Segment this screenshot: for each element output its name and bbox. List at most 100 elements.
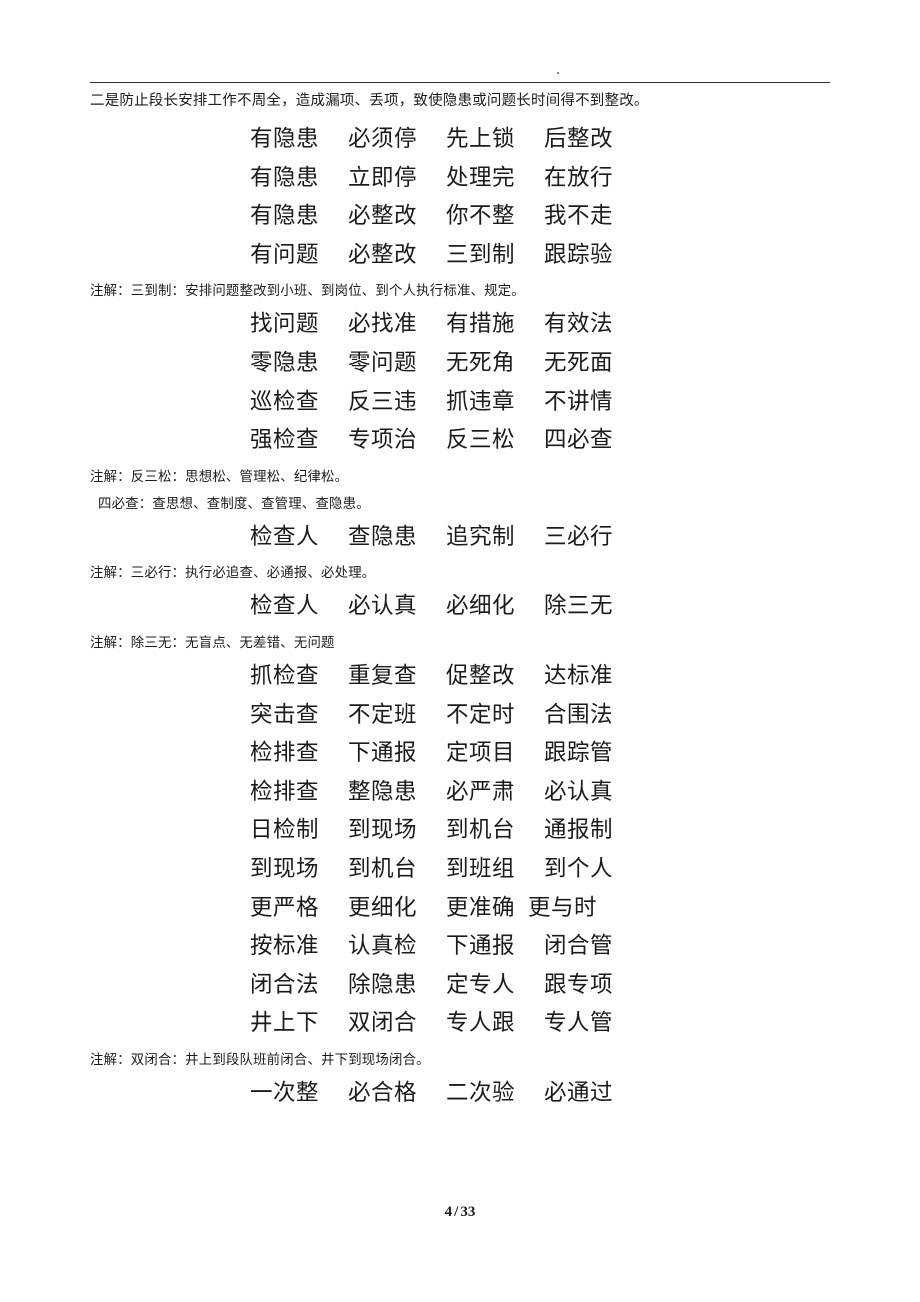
verse-group-1: 有隐患 必须停 先上锁 后整改 有隐患 立即停 处理完 在放行 有隐患 必整改 你不整 我不走 有… bbox=[0, 120, 920, 274]
verse-row: 日检制 到现场 到机台 通报制 bbox=[0, 811, 920, 850]
verse-cell: 必通过 bbox=[544, 1079, 614, 1106]
verse-cell: 定专人 bbox=[446, 971, 516, 998]
verse-group-5: 抓检查 重复查 促整改 达标准 突击查 不定班 不定时 合围法 检排查 下通报 定项目 跟踪管 检… bbox=[0, 657, 920, 1043]
verse-cell: 必整改 bbox=[348, 241, 418, 268]
verse-cell: 无死角 bbox=[446, 349, 516, 376]
verse-cell: 反三松 bbox=[446, 427, 516, 454]
verse-cell: 有隐患 bbox=[250, 126, 320, 152]
verse-cell: 闭合管 bbox=[544, 933, 614, 960]
note-shuang-bi-he: 注解：双闭合：井上到段队班前闭合、井下到现场闭合。 bbox=[90, 1052, 430, 1068]
verse-cell: 检查人 bbox=[250, 523, 320, 550]
verse-cell: 必严肃 bbox=[446, 778, 516, 805]
verse-cell: 下通报 bbox=[348, 740, 418, 767]
verse-cell: 有效法 bbox=[544, 311, 614, 338]
verse-cell: 必认真 bbox=[348, 593, 418, 620]
verse-cell: 专人管 bbox=[544, 1010, 614, 1037]
header-mark: . bbox=[555, 63, 561, 78]
verse-cell: 先上锁 bbox=[446, 126, 516, 152]
verse-cell: 到现场 bbox=[348, 817, 418, 844]
verse-cell: 检排查 bbox=[250, 778, 320, 805]
verse-row: 强检查 专项治 反三松 四必查 bbox=[0, 421, 920, 460]
verse-cell: 双闭合 bbox=[348, 1010, 418, 1037]
note-san-dao-zhi: 注解：三到制：安排问题整改到小班、到岗位、到个人执行标准、规定。 bbox=[90, 284, 525, 300]
verse-cell: 更与时 bbox=[528, 894, 598, 921]
verse-cell: 你不整 bbox=[446, 203, 516, 230]
verse-cell: 达标准 bbox=[544, 662, 614, 689]
verse-cell: 抓检查 bbox=[250, 662, 320, 689]
verse-cell: 必整改 bbox=[348, 203, 418, 230]
verse-row: 检排查 整隐患 必严肃 必认真 bbox=[0, 773, 920, 812]
verse-cell: 除三无 bbox=[544, 593, 614, 620]
verse-cell: 不讲情 bbox=[544, 388, 614, 415]
verse-row: 零隐患 零问题 无死角 无死面 bbox=[0, 344, 920, 383]
verse-cell: 更细化 bbox=[348, 894, 418, 921]
verse-cell: 有问题 bbox=[250, 241, 320, 268]
verse-cell: 我不走 bbox=[544, 203, 614, 230]
verse-cell: 检排查 bbox=[250, 740, 320, 767]
verse-row: 检查人 查隐患 追究制 三必行 bbox=[0, 518, 920, 557]
verse-cell: 处理完 bbox=[446, 164, 516, 191]
verse-cell: 通报制 bbox=[544, 817, 614, 844]
verse-group-6: 一次整 必合格 二次验 必通过 bbox=[0, 1074, 920, 1113]
verse-cell: 无死面 bbox=[544, 349, 614, 376]
verse-cell: 有隐患 bbox=[250, 164, 320, 191]
verse-cell: 促整改 bbox=[446, 662, 516, 689]
verse-row: 突击查 不定班 不定时 合围法 bbox=[0, 696, 920, 735]
verse-cell: 重复查 bbox=[348, 662, 418, 689]
verse-cell: 井上下 bbox=[250, 1010, 320, 1037]
verse-cell: 下通报 bbox=[446, 933, 516, 960]
verse-row: 巡检查 反三违 抓违章 不讲情 bbox=[0, 383, 920, 422]
verse-group-2: 找问题 必找准 有措施 有效法 零隐患 零问题 无死角 无死面 巡检查 反三违 抓违章 不讲情 强… bbox=[0, 305, 920, 459]
verse-cell: 一次整 bbox=[250, 1079, 320, 1106]
verse-cell: 有措施 bbox=[446, 311, 516, 338]
page-footer: 4/33 bbox=[0, 1204, 920, 1221]
verse-group-4: 检查人 必认真 必细化 除三无 bbox=[0, 587, 920, 626]
verse-row: 闭合法 除隐患 定专人 跟专项 bbox=[0, 966, 920, 1005]
verse-cell: 零隐患 bbox=[250, 349, 320, 376]
verse-cell: 跟专项 bbox=[544, 971, 614, 998]
verse-row: 找问题 必找准 有措施 有效法 bbox=[0, 305, 920, 344]
verse-cell: 定项目 bbox=[446, 740, 516, 767]
verse-cell: 除隐患 bbox=[348, 971, 418, 998]
verse-cell: 有隐患 bbox=[250, 203, 320, 230]
header-rule-divider bbox=[90, 82, 830, 83]
verse-row: 检查人 必认真 必细化 除三无 bbox=[0, 587, 920, 626]
document-page: . 二是防止段长安排工作不周全，造成漏项、丢项，致使隐患或问题长时间得不到整改。… bbox=[0, 0, 920, 1302]
verse-cell: 必细化 bbox=[446, 593, 516, 620]
verse-cell: 到班组 bbox=[446, 855, 516, 882]
verse-cell: 巡检查 bbox=[250, 388, 320, 415]
verse-cell: 合围法 bbox=[544, 701, 614, 728]
verse-cell: 到个人 bbox=[544, 855, 614, 882]
verse-cell: 立即停 bbox=[348, 164, 418, 191]
verse-cell: 突击查 bbox=[250, 701, 320, 728]
verse-row: 井上下 双闭合 专人跟 专人管 bbox=[0, 1004, 920, 1043]
verse-cell: 检查人 bbox=[250, 593, 320, 620]
verse-row: 到现场 到机台 到班组 到个人 bbox=[0, 850, 920, 889]
verse-cell: 必认真 bbox=[544, 778, 614, 805]
verse-cell: 后整改 bbox=[544, 126, 614, 152]
verse-cell: 更准确 bbox=[446, 894, 516, 921]
verse-row: 更严格 更细化 更准确 更与时 bbox=[0, 889, 920, 928]
verse-cell: 整隐患 bbox=[348, 778, 418, 805]
verse-cell: 到现场 bbox=[250, 855, 320, 882]
verse-cell: 按标准 bbox=[250, 933, 320, 960]
verse-cell: 闭合法 bbox=[250, 971, 320, 998]
verse-cell: 三必行 bbox=[544, 523, 614, 550]
verse-cell: 不定班 bbox=[348, 701, 418, 728]
verse-cell: 跟踪管 bbox=[544, 740, 614, 767]
verse-row: 一次整 必合格 二次验 必通过 bbox=[0, 1074, 920, 1113]
verse-cell: 更严格 bbox=[250, 894, 320, 921]
verse-row: 检排查 下通报 定项目 跟踪管 bbox=[0, 734, 920, 773]
verse-row: 有隐患 必整改 你不整 我不走 bbox=[0, 197, 920, 236]
verse-cell: 四必查 bbox=[544, 427, 614, 454]
verse-cell: 必合格 bbox=[348, 1079, 418, 1106]
verse-cell: 强检查 bbox=[250, 427, 320, 454]
document-content: 二是防止段长安排工作不周全，造成漏项、丢项，致使隐患或问题长时间得不到整改。 有… bbox=[0, 86, 920, 1112]
verse-cell: 必须停 bbox=[348, 126, 418, 152]
verse-cell: 找问题 bbox=[250, 311, 320, 338]
verse-cell: 零问题 bbox=[348, 349, 418, 376]
verse-cell: 认真检 bbox=[348, 933, 418, 960]
verse-cell: 在放行 bbox=[544, 164, 614, 191]
verse-cell: 跟踪验 bbox=[544, 241, 614, 268]
verse-cell: 专项治 bbox=[348, 427, 418, 454]
